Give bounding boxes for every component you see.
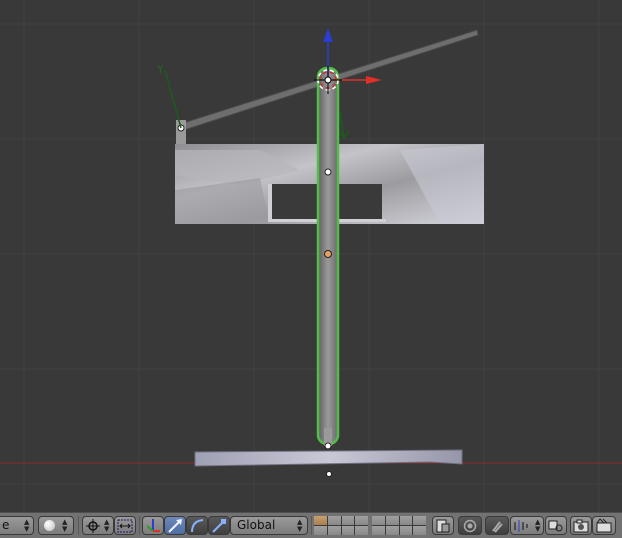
layer-button[interactable] bbox=[341, 526, 355, 535]
layer-button[interactable] bbox=[385, 526, 399, 535]
snap-element-select[interactable]: ▲ ▼ bbox=[510, 516, 544, 535]
scale-toggle[interactable] bbox=[208, 516, 230, 535]
layer-buttons-group-2[interactable] bbox=[372, 516, 426, 535]
layer-button[interactable] bbox=[399, 516, 413, 525]
scale-arrow-icon bbox=[212, 519, 226, 533]
layer-buttons-group-1[interactable] bbox=[314, 516, 368, 535]
snap-icon bbox=[463, 519, 477, 533]
sphere-shading-icon bbox=[44, 520, 55, 531]
x-axis-arrow-icon[interactable] bbox=[366, 76, 382, 84]
snap-toggle-button[interactable] bbox=[485, 516, 509, 535]
layer-button[interactable] bbox=[327, 526, 341, 535]
rotate-arc-icon bbox=[191, 519, 204, 533]
proportional-edit-button[interactable] bbox=[458, 516, 482, 535]
viewport-canvas[interactable]: Y bbox=[0, 0, 622, 512]
translate-arrows-icon bbox=[146, 519, 160, 532]
manipulator-toggle[interactable] bbox=[114, 516, 136, 535]
layer-button[interactable] bbox=[355, 516, 368, 525]
orientation-label: Global bbox=[237, 518, 276, 532]
origin-dot[interactable] bbox=[324, 442, 332, 450]
up-down-arrows-icon: ▲ ▼ bbox=[297, 518, 303, 533]
up-down-arrows-icon: ▲ ▼ bbox=[535, 518, 541, 533]
layer-button[interactable] bbox=[341, 516, 355, 525]
snap-element-icon bbox=[514, 520, 528, 532]
layer-button[interactable] bbox=[372, 516, 385, 525]
pivot-point-select[interactable]: ▲ ▼ bbox=[82, 516, 114, 535]
origin-dot[interactable] bbox=[326, 471, 332, 477]
viewport-grid bbox=[0, 0, 622, 512]
transform-manipulator-toggle[interactable] bbox=[142, 516, 164, 535]
shading-select[interactable]: ▲ ▼ bbox=[38, 516, 74, 535]
move-arrow-icon bbox=[168, 519, 182, 533]
up-down-arrows-icon: ▲ ▼ bbox=[104, 518, 110, 533]
snap-target-icon bbox=[548, 520, 563, 532]
lock-layers-button[interactable] bbox=[432, 516, 454, 535]
mode-select-label: e bbox=[2, 518, 10, 532]
viewport-header: e ▲ ▼ ▲ ▼ ▲ ▼ Global ▲ ▼ ▲ ▼ bbox=[0, 512, 622, 538]
up-down-arrows-icon: ▲ ▼ bbox=[24, 518, 30, 533]
layer-button[interactable] bbox=[372, 526, 385, 535]
rotate-toggle[interactable] bbox=[186, 516, 208, 535]
layer-button[interactable] bbox=[413, 516, 426, 525]
translate-toggle[interactable] bbox=[164, 516, 186, 535]
z-axis-arrow-icon[interactable] bbox=[323, 28, 333, 42]
base-plate-object[interactable] bbox=[194, 449, 463, 467]
layer-button[interactable] bbox=[314, 516, 327, 525]
origin-dot[interactable] bbox=[324, 168, 332, 176]
render-camera-icon bbox=[573, 519, 589, 533]
render-animation-button[interactable] bbox=[592, 516, 616, 535]
render-opengl-button[interactable] bbox=[570, 516, 592, 535]
layer-button[interactable] bbox=[314, 526, 327, 535]
mode-select[interactable]: e ▲ ▼ bbox=[0, 516, 34, 535]
svg-text:Y: Y bbox=[156, 63, 164, 76]
up-down-arrows-icon: ▲ ▼ bbox=[62, 518, 68, 533]
layer-button[interactable] bbox=[413, 526, 426, 535]
3d-viewport[interactable]: Y bbox=[0, 0, 622, 512]
layer-button[interactable] bbox=[399, 526, 413, 535]
layer-button[interactable] bbox=[327, 516, 341, 525]
snap-target-button[interactable] bbox=[545, 516, 567, 535]
pivot-point-icon bbox=[86, 519, 100, 533]
active-origin-dot[interactable] bbox=[324, 250, 332, 258]
layer-button[interactable] bbox=[355, 526, 368, 535]
proportional-edit-icon bbox=[436, 519, 450, 533]
transform-orientation-select[interactable]: Global ▲ ▼ bbox=[230, 516, 308, 535]
render-anim-icon bbox=[596, 518, 612, 533]
manipulator-toggle-icon bbox=[117, 519, 133, 533]
layer-button[interactable] bbox=[385, 516, 399, 525]
magnet-icon bbox=[492, 521, 503, 533]
